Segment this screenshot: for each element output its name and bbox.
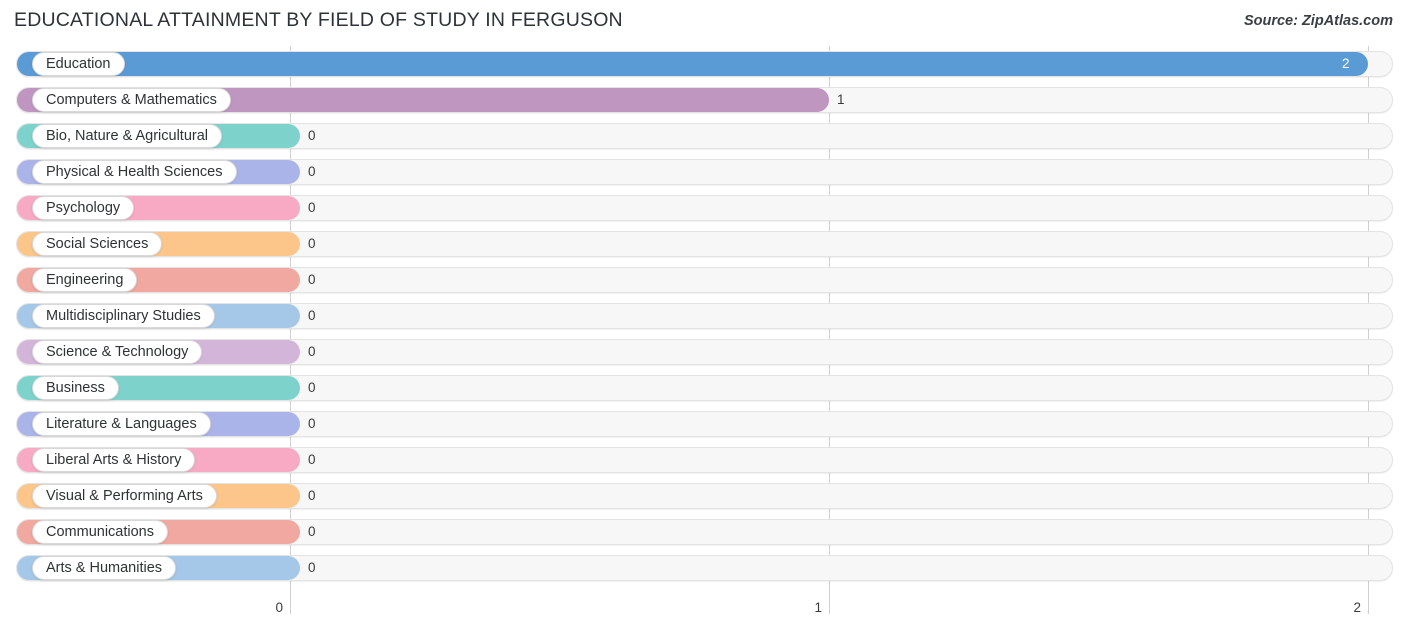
x-tick-label: 1 (814, 600, 822, 615)
bar-value-label: 0 (308, 344, 316, 359)
bar-value-label: 0 (308, 128, 316, 143)
category-label: Social Sciences (32, 232, 163, 256)
category-label: Multidisciplinary Studies (32, 304, 215, 328)
bar-value-label: 0 (308, 452, 316, 467)
category-label: Engineering (32, 268, 138, 292)
bar-row[interactable]: Psychology 0 (0, 190, 1406, 226)
category-label: Literature & Languages (32, 412, 211, 436)
bar-value-label: 0 (308, 200, 316, 215)
bar-row[interactable]: Visual & Performing Arts 0 (0, 478, 1406, 514)
category-label: Science & Technology (32, 340, 203, 364)
bar-row[interactable]: Science & Technology 0 (0, 334, 1406, 370)
category-label: Communications (32, 520, 168, 544)
bar-row[interactable]: Communications 0 (0, 514, 1406, 550)
bar-row[interactable]: Literature & Languages 0 (0, 406, 1406, 442)
chart-header: EDUCATIONAL ATTAINMENT BY FIELD OF STUDY… (0, 0, 1406, 44)
x-tick-label: 2 (1353, 600, 1361, 615)
bar-value-label: 0 (308, 164, 316, 179)
page-title: EDUCATIONAL ATTAINMENT BY FIELD OF STUDY… (14, 9, 623, 31)
x-axis: 0 1 2 (0, 595, 1406, 632)
bar-row[interactable]: Multidisciplinary Studies 0 (0, 298, 1406, 334)
category-label: Physical & Health Sciences (32, 160, 237, 184)
x-tick-line (829, 595, 830, 614)
bar-value-label: 0 (308, 236, 316, 251)
category-label: Visual & Performing Arts (32, 484, 217, 508)
bar-row[interactable]: Physical & Health Sciences 0 (0, 154, 1406, 190)
category-label: Computers & Mathematics (32, 88, 231, 112)
bar-value-label: 0 (308, 272, 316, 287)
bar-row[interactable]: Social Sciences 0 (0, 226, 1406, 262)
category-label: Liberal Arts & History (32, 448, 196, 472)
bar-value-label: 0 (308, 380, 316, 395)
bar-row[interactable]: Business 0 (0, 370, 1406, 406)
bar-value-label: 0 (308, 488, 316, 503)
bar-row[interactable]: Engineering 0 (0, 262, 1406, 298)
category-label: Psychology (32, 196, 135, 220)
bar-row[interactable]: Liberal Arts & History 0 (0, 442, 1406, 478)
bar-row[interactable]: Education 2 (0, 46, 1406, 82)
category-label: Bio, Nature & Agricultural (32, 124, 222, 148)
bar-value-label: 1 (837, 92, 845, 107)
bar-rows: Education 2 Computers & Mathematics 1 Bio, N… (0, 46, 1406, 586)
bar-row[interactable]: Arts & Humanities 0 (0, 550, 1406, 586)
bar-value-label: 0 (308, 560, 316, 575)
bar[interactable] (17, 52, 1368, 76)
x-tick-line (1368, 595, 1369, 614)
category-label: Education (32, 52, 125, 76)
category-label: Arts & Humanities (32, 556, 177, 580)
x-tick-line (290, 595, 291, 614)
x-tick-label: 0 (275, 600, 283, 615)
bar-row[interactable]: Bio, Nature & Agricultural 0 (0, 118, 1406, 154)
category-label: Business (32, 376, 119, 400)
bar-value-label: 0 (308, 308, 316, 323)
bar-value-label: 2 (1342, 56, 1350, 71)
source-attribution: Source: ZipAtlas.com (1243, 13, 1393, 29)
bar-value-label: 0 (308, 416, 316, 431)
bar-row[interactable]: Computers & Mathematics 1 (0, 82, 1406, 118)
bar-value-label: 0 (308, 524, 316, 539)
chart-plot-area: Education 2 Computers & Mathematics 1 Bio, N… (0, 46, 1406, 595)
